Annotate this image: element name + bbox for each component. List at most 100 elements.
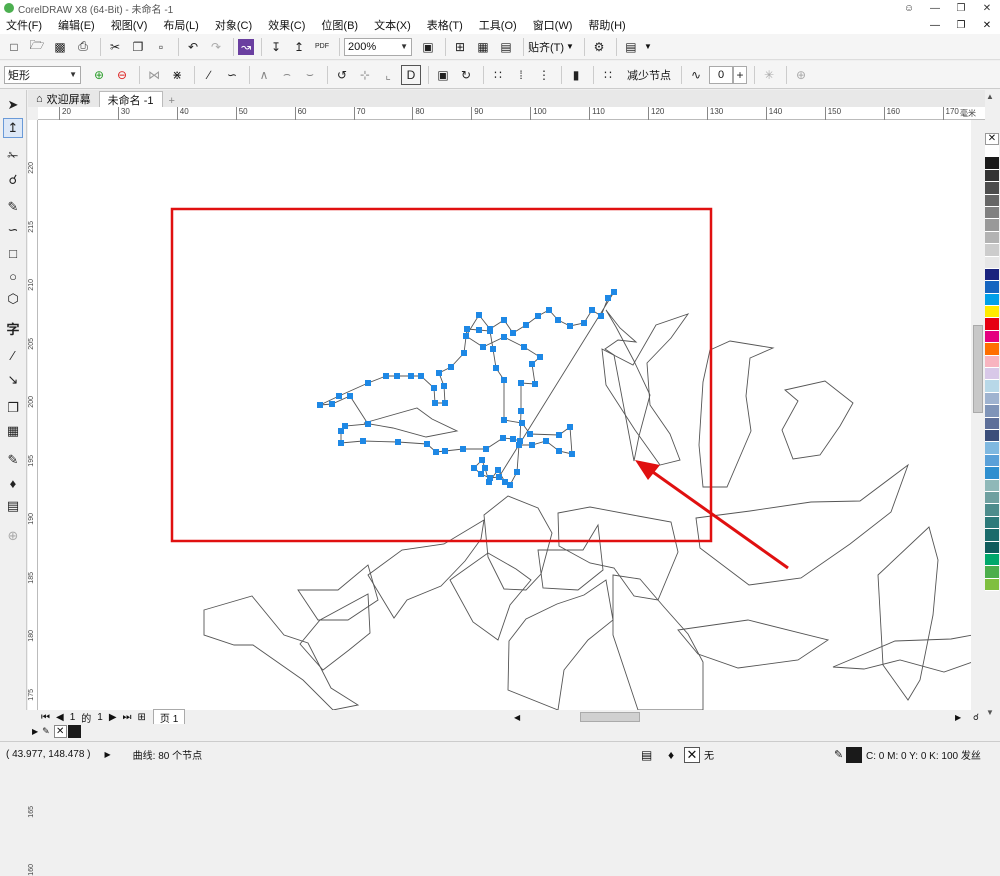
color-swatch[interactable]: [985, 429, 999, 443]
curve-node[interactable]: [483, 446, 489, 452]
page-last-icon[interactable]: ⏭: [123, 712, 132, 723]
publish-pdf-icon[interactable]: PDF: [312, 37, 332, 57]
convert-to-curve-icon[interactable]: ∽: [222, 65, 242, 85]
curve-node[interactable]: [360, 438, 366, 444]
chevron-down-icon[interactable]: ▼: [566, 42, 574, 51]
curve-node[interactable]: [436, 370, 442, 376]
color-swatch[interactable]: [985, 467, 999, 480]
menu-help[interactable]: 帮助(H): [588, 17, 625, 33]
undo-icon[interactable]: ↶: [183, 37, 203, 57]
color-swatch[interactable]: [985, 516, 999, 530]
page-first-icon[interactable]: ⏮: [41, 712, 50, 723]
menu-table[interactable]: 表格(T): [427, 17, 463, 33]
curve-node[interactable]: [476, 312, 482, 318]
curve-node[interactable]: [471, 465, 477, 471]
curve-node[interactable]: [581, 320, 587, 326]
parallel-dimension-icon[interactable]: ∕: [3, 345, 23, 365]
curve-node[interactable]: [546, 307, 552, 313]
curve-node[interactable]: [476, 327, 482, 333]
color-swatch[interactable]: [985, 392, 999, 406]
black-swatch[interactable]: [67, 725, 81, 738]
menu-file[interactable]: 文件(F): [6, 17, 42, 33]
doc-close-button[interactable]: ✕: [974, 16, 1000, 34]
close-curve-icon[interactable]: D: [401, 64, 421, 85]
color-swatch[interactable]: [985, 417, 999, 430]
color-swatch[interactable]: [985, 553, 999, 567]
curve-node[interactable]: [589, 307, 595, 313]
close-button[interactable]: ✕: [974, 0, 1000, 16]
artistic-media-icon[interactable]: ∽: [3, 220, 23, 240]
text-tool-icon[interactable]: 字: [3, 318, 23, 338]
zoom-icon[interactable]: ☌: [973, 712, 979, 723]
curve-node[interactable]: [501, 377, 507, 383]
reduce-nodes-button[interactable]: 减少节点: [627, 67, 671, 83]
curve-node[interactable]: [431, 385, 437, 391]
chevron-down-icon[interactable]: ▼: [644, 42, 652, 51]
color-swatch[interactable]: [985, 491, 999, 505]
color-swatch[interactable]: [985, 504, 999, 517]
import-icon[interactable]: ↧: [266, 37, 286, 57]
curve-node[interactable]: [317, 402, 323, 408]
pick-tool-icon[interactable]: ➤: [3, 95, 23, 115]
curve-node[interactable]: [518, 380, 524, 386]
rectangle-tool-icon[interactable]: □: [3, 243, 23, 263]
smooth-node-icon[interactable]: ⌢: [277, 65, 297, 85]
menu-view[interactable]: 视图(V): [111, 17, 148, 33]
curve-node[interactable]: [502, 479, 508, 485]
palette-menu-icon[interactable]: ▶: [32, 727, 38, 736]
hscroll-right-icon[interactable]: ▶: [955, 713, 961, 722]
curve-node[interactable]: [567, 424, 573, 430]
curve-node[interactable]: [433, 449, 439, 455]
zoom-tool-icon[interactable]: ☌: [3, 170, 23, 190]
scroll-thumb[interactable]: [973, 325, 983, 413]
convert-to-line-icon[interactable]: ∕: [199, 65, 219, 85]
reflect-vertical-icon[interactable]: ⋮: [534, 65, 554, 85]
menu-bitmaps[interactable]: 位图(B): [321, 17, 358, 33]
curve-node[interactable]: [543, 438, 549, 444]
curve-node[interactable]: [567, 323, 573, 329]
curve-node[interactable]: [529, 442, 535, 448]
cut-icon[interactable]: ✂: [105, 37, 125, 57]
curve-node[interactable]: [527, 431, 533, 437]
snap-to-menu[interactable]: 贴齐(T): [528, 39, 564, 55]
palette-scroll-down-icon[interactable]: ▼: [986, 708, 994, 717]
page-prev-icon[interactable]: ◀: [56, 712, 64, 723]
color-swatch[interactable]: [985, 268, 999, 282]
freehand-tool-icon[interactable]: ✎: [3, 197, 23, 217]
stretch-nodes-icon[interactable]: ▣: [433, 65, 453, 85]
vertical-scrollbar[interactable]: [971, 120, 985, 710]
transparency-icon[interactable]: ▦: [3, 421, 23, 441]
cusp-node-icon[interactable]: ∧: [254, 65, 274, 85]
add-tool-icon[interactable]: ⊕: [3, 526, 23, 546]
color-swatch[interactable]: [985, 405, 999, 418]
color-swatch[interactable]: [985, 182, 999, 195]
full-screen-icon[interactable]: ▣: [418, 37, 438, 57]
extend-curve-icon[interactable]: ⊹: [355, 65, 375, 85]
minimize-button[interactable]: —: [922, 0, 948, 16]
extract-subpath-icon[interactable]: ⌞: [378, 65, 398, 85]
polygon-tool-icon[interactable]: ⬡: [3, 289, 23, 309]
color-proof-icon[interactable]: ▤: [641, 748, 652, 762]
no-color-swatch[interactable]: ✕: [53, 725, 67, 738]
color-swatch[interactable]: [985, 219, 999, 232]
curve-node[interactable]: [441, 383, 447, 389]
color-swatch[interactable]: [985, 169, 999, 183]
curve-node[interactable]: [518, 408, 524, 414]
color-swatch[interactable]: [985, 206, 999, 220]
copy-icon[interactable]: ❐: [128, 37, 148, 57]
menu-text[interactable]: 文本(X): [374, 17, 411, 33]
curve-node[interactable]: [556, 432, 562, 438]
palette-scroll-up-icon[interactable]: ▲: [986, 92, 994, 101]
curve-node[interactable]: [519, 420, 525, 426]
break-curve-icon[interactable]: ⋇: [167, 65, 187, 85]
curve-node[interactable]: [495, 467, 501, 473]
color-swatch[interactable]: [985, 293, 999, 307]
color-swatch[interactable]: [985, 330, 999, 344]
curve-node[interactable]: [535, 313, 541, 319]
connector-tool-icon[interactable]: ↘: [3, 370, 23, 390]
curve-node[interactable]: [493, 365, 499, 371]
curve-node[interactable]: [501, 334, 507, 340]
curve-node[interactable]: [479, 457, 485, 463]
paste-icon[interactable]: ▫: [151, 37, 171, 57]
save-icon[interactable]: ▩: [50, 37, 70, 57]
